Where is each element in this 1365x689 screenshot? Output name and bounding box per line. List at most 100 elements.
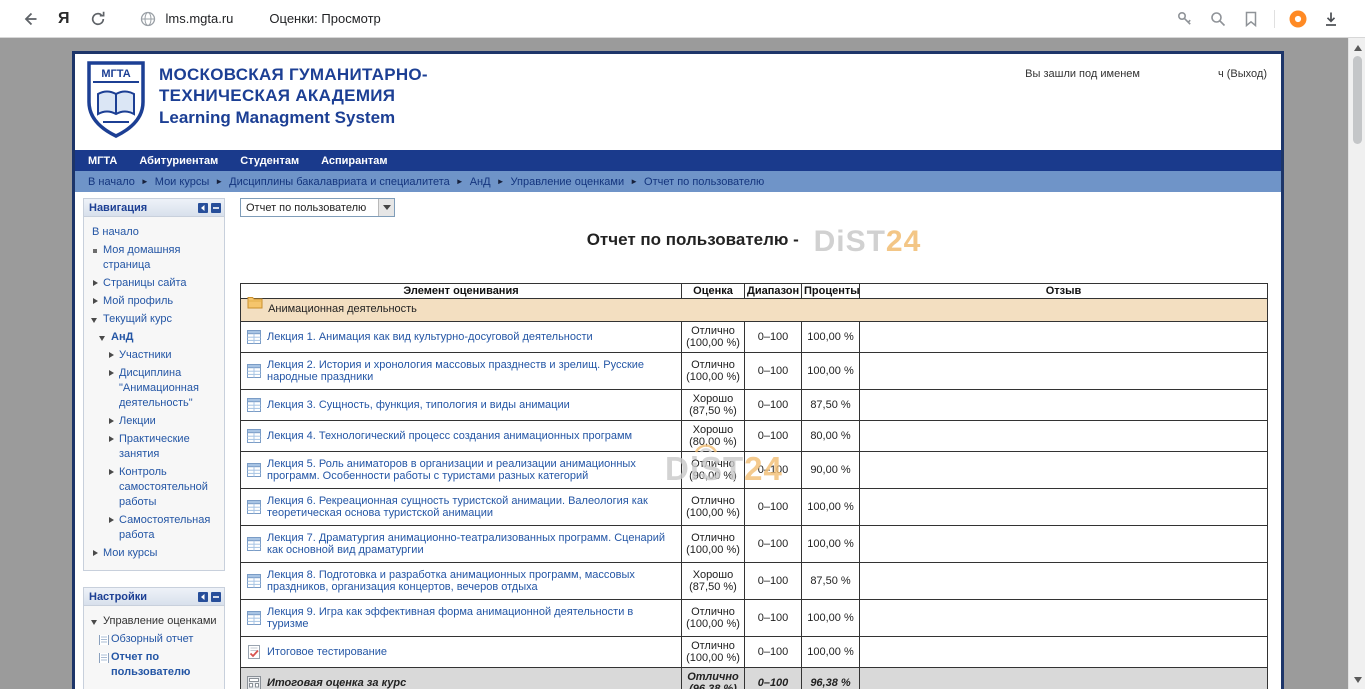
activity-link[interactable]: Лекция 8. Подготовка и разработка анимац… [267,569,635,593]
activity-link[interactable]: Лекция 6. Рекреационная сущность туристс… [267,495,648,519]
breadcrumb-link[interactable]: АнД [470,176,491,188]
site-title-line1: МОСКОВСКАЯ ГУМАНИТАРНО- [159,64,428,85]
tree-marker-icon[interactable] [107,417,117,427]
breadcrumb-item: Отчет по пользователю ► [644,176,764,188]
download-icon[interactable] [1321,9,1341,29]
tree-marker-icon[interactable] [91,246,101,256]
activity-link[interactable]: Лекция 9. Игра как эффективная форма ани… [267,606,633,630]
tree-marker-icon[interactable] [91,315,101,325]
sidebar-item-label[interactable]: Самостоятельная работа [119,514,210,541]
sidebar-item-label[interactable]: Дисциплина "Анимационная деятельность" [119,367,199,409]
sidebar-item-label[interactable]: Управление оценками [103,615,217,627]
sidebar-item-label[interactable]: Мой профиль [103,295,173,307]
sidebar-nav-item[interactable]: Участники [86,348,222,363]
sidebar-settings-item[interactable]: Управление оценками [86,614,222,629]
activity-link[interactable]: Лекция 3. Сущность, функция, типология и… [267,399,570,411]
sidebar-settings-item[interactable]: Отчет по пользователю [86,650,222,680]
range-cell: 0–100 [745,637,802,668]
sidebar-nav-item[interactable]: Текущий курс [86,312,222,327]
tree-marker-icon[interactable] [107,468,117,478]
sidebar-item-label[interactable]: Обзорный отчет [111,633,193,645]
activity-link[interactable]: Лекция 1. Анимация как вид культурно-дос… [267,331,593,343]
sidebar-nav-item[interactable]: Самостоятельная работа [86,513,222,543]
activity-link[interactable]: Лекция 5. Роль аниматоров в организации … [267,458,636,482]
tree-marker-icon[interactable] [107,369,117,379]
sidebar-item-label[interactable]: Участники [119,349,172,361]
sidebar-nav-item[interactable]: Дисциплина "Анимационная деятельность" [86,366,222,411]
sidebar-item-label[interactable]: Мои курсы [103,547,157,559]
sidebar-item-label[interactable]: Моя домашняя страница [103,244,180,271]
sidebar-item-label[interactable]: В начало [92,226,139,238]
logout-link[interactable]: (Выход) [1227,68,1267,80]
url-text[interactable]: lms.mgta.ru [166,11,234,26]
yandex-browser-logo[interactable]: Я [58,10,70,28]
breadcrumb-link[interactable]: Мои курсы [155,176,209,188]
refresh-icon[interactable] [88,9,108,29]
nav-link[interactable]: Студентам [240,155,299,167]
tree-marker-icon[interactable] [91,549,101,559]
activity-icon [247,645,261,659]
tree-marker-icon[interactable] [107,516,117,526]
tree-marker-icon[interactable] [91,617,101,627]
breadcrumb-link[interactable]: Дисциплины бакалавриата и специалитета [229,176,450,188]
extension-icon[interactable] [1288,9,1308,29]
category-label: Анимационная деятельность [268,303,417,315]
hide-block-icon[interactable] [211,203,221,213]
breadcrumb-link[interactable]: Отчет по пользователю [644,176,764,188]
sidebar-nav-item[interactable]: Практические занятия [86,432,222,462]
sidebar-item-label[interactable]: Страницы сайта [103,277,187,289]
tree-marker-icon[interactable] [91,297,101,307]
sidebar-settings-item[interactable]: Обзорный отчет [86,632,222,647]
percent-cell: 100,00 % [802,526,860,563]
sidebar-nav-item[interactable]: Контроль самостоятельной работы [86,465,222,510]
search-icon[interactable] [1208,9,1228,29]
grade-report-table: Элемент оценивания Оценка Диапазон Проце… [240,283,1268,689]
activity-link[interactable]: Лекция 2. История и хронология массовых … [267,359,644,383]
sidebar-item-label[interactable]: Отчет по пользователю [111,651,190,678]
nav-link[interactable]: Абитуриентам [139,155,218,167]
tree-marker-icon[interactable] [99,635,109,645]
tree-marker-icon[interactable] [99,653,109,663]
hide-block-icon[interactable] [211,592,221,602]
address-bar[interactable]: lms.mgta.ru [138,9,234,29]
bookmark-flag-icon[interactable] [1241,9,1261,29]
sidebar-item-label[interactable]: Контроль самостоятельной работы [119,466,208,508]
sidebar-nav-item[interactable]: Лекции [86,414,222,429]
sidebar-item-label[interactable]: Лекции [119,415,156,427]
password-key-icon[interactable] [1175,9,1195,29]
dock-block-icon[interactable] [198,592,208,602]
sidebar-nav-item[interactable]: Страницы сайта [86,276,222,291]
tree-marker-icon[interactable] [107,435,117,445]
activity-link[interactable]: Лекция 4. Технологический процесс создан… [267,430,632,442]
scroll-up-icon[interactable] [1349,40,1365,55]
nav-link[interactable]: МГТА [88,155,117,167]
breadcrumb-item: Мои курсы ► [155,176,229,188]
activity-link[interactable]: Лекция 7. Драматургия анимационно-театра… [267,532,665,556]
scrollbar[interactable] [1348,38,1365,689]
back-icon[interactable] [20,9,40,29]
breadcrumb-link[interactable]: Управление оценками [511,176,625,188]
scroll-down-icon[interactable] [1349,672,1365,687]
sidebar: Навигация [83,198,225,689]
sidebar-nav-item[interactable]: АнД [86,330,222,345]
sidebar-item-label[interactable]: Текущий курс [103,313,172,325]
scrollbar-thumb[interactable] [1353,56,1362,144]
sidebar-nav-item[interactable]: Мой профиль [86,294,222,309]
range-cell: 0–100 [745,526,802,563]
sidebar-nav-item[interactable]: В начало [86,225,222,240]
feedback-cell [860,489,1268,526]
tree-marker-icon[interactable] [99,333,109,343]
report-type-select[interactable]: Отчет по пользователю [240,198,395,217]
report-heading-text: Отчет по пользователю - [587,230,799,249]
sidebar-item-label[interactable]: Практические занятия [119,433,190,460]
activity-link[interactable]: Итоговое тестирование [267,646,387,658]
sidebar-item-label[interactable]: АнД [111,331,133,343]
sidebar-nav-item[interactable]: Мои курсы [86,546,222,561]
sidebar-nav-item[interactable]: Моя домашняя страница [86,243,222,273]
dock-block-icon[interactable] [198,203,208,213]
breadcrumb-link[interactable]: В начало [88,176,135,188]
nav-link[interactable]: Аспирантам [321,155,387,167]
tree-marker-icon[interactable] [91,279,101,289]
grade-row: Лекция 2. История и хронология массовых … [241,353,1268,390]
tree-marker-icon[interactable] [107,351,117,361]
